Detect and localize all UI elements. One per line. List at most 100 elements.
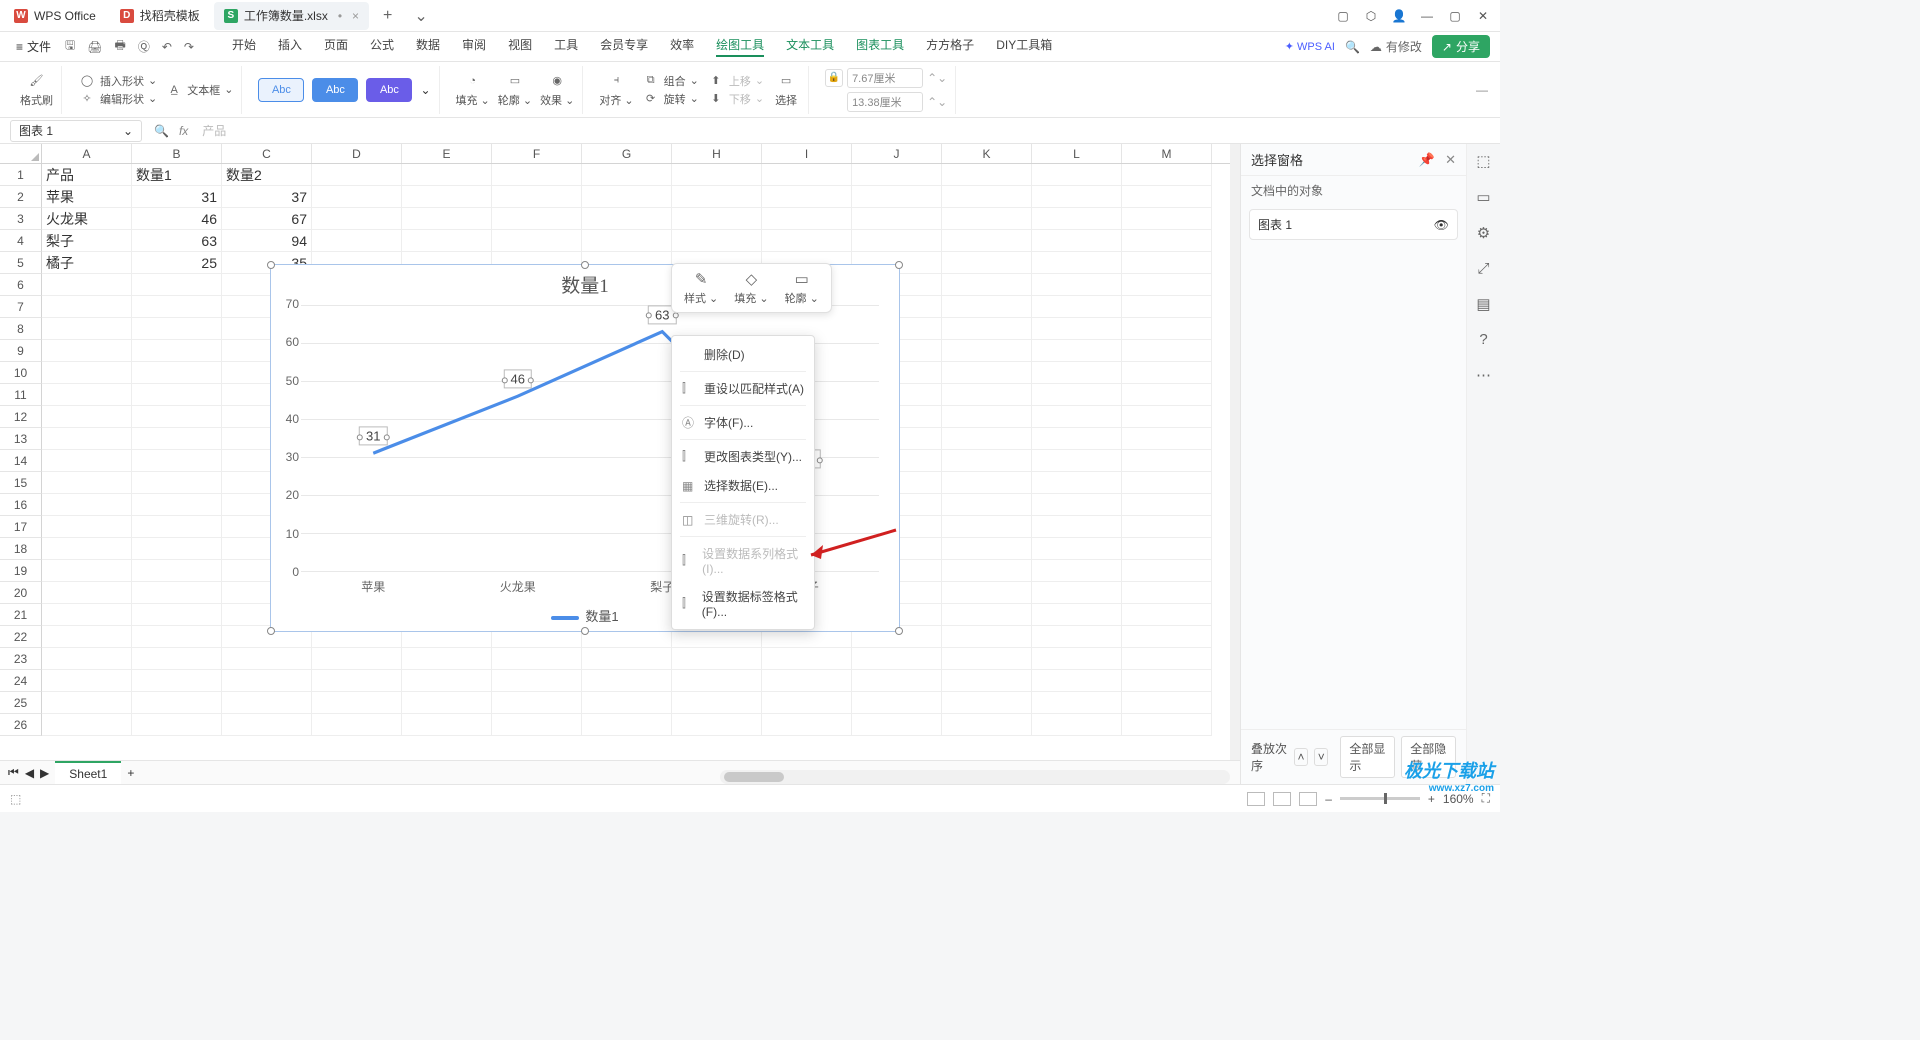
col-header[interactable]: L [1032,144,1122,163]
cell[interactable] [402,208,492,230]
cell[interactable] [942,274,1032,296]
resize-handle[interactable] [581,261,589,269]
cell[interactable] [852,186,942,208]
row-header[interactable]: 15 [0,472,42,494]
cell[interactable]: 苹果 [42,186,132,208]
rotate-button[interactable]: ⟳旋转 ⌄ [642,90,699,108]
side-tool-icon[interactable]: ▤ [1476,295,1490,313]
side-tool-icon[interactable]: ⋯ [1476,366,1491,384]
cell[interactable] [132,604,222,626]
cell[interactable] [42,494,132,516]
cell[interactable]: 37 [222,186,312,208]
cell[interactable] [1032,692,1122,714]
cell[interactable] [1032,362,1122,384]
cell[interactable] [42,582,132,604]
cell[interactable] [942,362,1032,384]
col-header[interactable]: M [1122,144,1212,163]
column-headers[interactable]: ABCDEFGHIJKLM [42,144,1230,164]
cell[interactable] [1032,582,1122,604]
cell[interactable] [1032,164,1122,186]
height-input[interactable]: 7.67厘米 [847,68,923,88]
cell[interactable] [942,582,1032,604]
sheet-first-icon[interactable]: ⏮ [8,765,19,780]
cell[interactable]: 46 [132,208,222,230]
row-header[interactable]: 12 [0,406,42,428]
close-pane-icon[interactable]: ✕ [1445,152,1456,168]
cell[interactable] [492,670,582,692]
cell[interactable] [1122,252,1212,274]
tab-diy[interactable]: DIY工具箱 [996,36,1052,57]
row-header[interactable]: 19 [0,560,42,582]
cell[interactable] [492,692,582,714]
col-header[interactable]: H [672,144,762,163]
cell[interactable] [1122,274,1212,296]
edit-shape-button[interactable]: ✧编辑形状 ⌄ [78,90,157,108]
add-sheet-button[interactable]: + [127,766,134,780]
view-break-icon[interactable] [1299,792,1317,806]
cell[interactable] [312,230,402,252]
context-menu-item[interactable]: 删除(D) [672,340,814,369]
tab-formula[interactable]: 公式 [370,36,394,57]
horizontal-scrollbar[interactable] [720,770,1230,784]
tab-page[interactable]: 页面 [324,36,348,57]
cell[interactable] [942,450,1032,472]
stepper-icon[interactable]: ⌃⌄ [927,71,947,85]
cell[interactable] [582,208,672,230]
cell[interactable] [42,406,132,428]
group-button[interactable]: ⧉组合 ⌄ [642,72,699,90]
cell[interactable] [1032,538,1122,560]
cell[interactable] [312,692,402,714]
cell[interactable] [1032,406,1122,428]
lock-aspect-icon[interactable]: 🔒 [825,69,843,87]
cell[interactable] [402,648,492,670]
tab-close-icon[interactable]: × [352,9,359,23]
chart-object[interactable]: 数量1 706050403020100 31466325 苹果火龙果梨子橘子 数… [270,264,900,632]
zoom-out-icon[interactable]: – [1325,792,1332,806]
cell[interactable] [942,604,1032,626]
tab-insert[interactable]: 插入 [278,36,302,57]
cell[interactable] [942,648,1032,670]
cell[interactable] [222,670,312,692]
cell[interactable] [132,296,222,318]
cell[interactable] [942,472,1032,494]
col-header[interactable]: J [852,144,942,163]
cell[interactable] [852,714,942,736]
cell[interactable] [942,340,1032,362]
pin-icon[interactable]: 📌 [1419,152,1435,168]
app-tab-wps[interactable]: WWPS Office [4,2,106,30]
quick-save-icon[interactable]: 🖫 [61,36,79,57]
tab-efficiency[interactable]: 效率 [670,36,694,57]
data-label[interactable]: 31 [359,427,387,446]
cell[interactable] [1122,472,1212,494]
cell[interactable] [42,714,132,736]
cell[interactable] [762,670,852,692]
cell[interactable] [132,692,222,714]
win-restore-icon[interactable]: ▢ [1336,9,1350,23]
cell[interactable] [1032,560,1122,582]
cell[interactable] [1032,384,1122,406]
view-page-icon[interactable] [1273,792,1291,806]
tab-dropdown[interactable]: ⌄ [406,2,435,30]
cell[interactable] [762,714,852,736]
cell[interactable] [1032,604,1122,626]
cell[interactable] [1122,714,1212,736]
cell[interactable] [942,692,1032,714]
cell[interactable] [132,626,222,648]
avatar-icon[interactable]: 👤 [1392,9,1406,23]
zoom-slider[interactable] [1340,797,1420,800]
row-header[interactable]: 6 [0,274,42,296]
stepper-icon[interactable]: ⌃⌄ [927,95,947,109]
cell[interactable] [762,230,852,252]
row-headers[interactable]: 1234567891011121314151617181920212223242… [0,164,42,736]
cell[interactable] [672,670,762,692]
quick-print-icon[interactable]: 🖨 [83,40,106,54]
fill-button[interactable]: ◔填充 ⌄ [456,72,490,108]
col-header[interactable]: F [492,144,582,163]
cell[interactable] [1122,230,1212,252]
cell[interactable] [1032,318,1122,340]
cell[interactable] [1032,208,1122,230]
cell[interactable] [1122,516,1212,538]
cell[interactable] [222,714,312,736]
cell[interactable] [1032,494,1122,516]
cell[interactable] [132,714,222,736]
